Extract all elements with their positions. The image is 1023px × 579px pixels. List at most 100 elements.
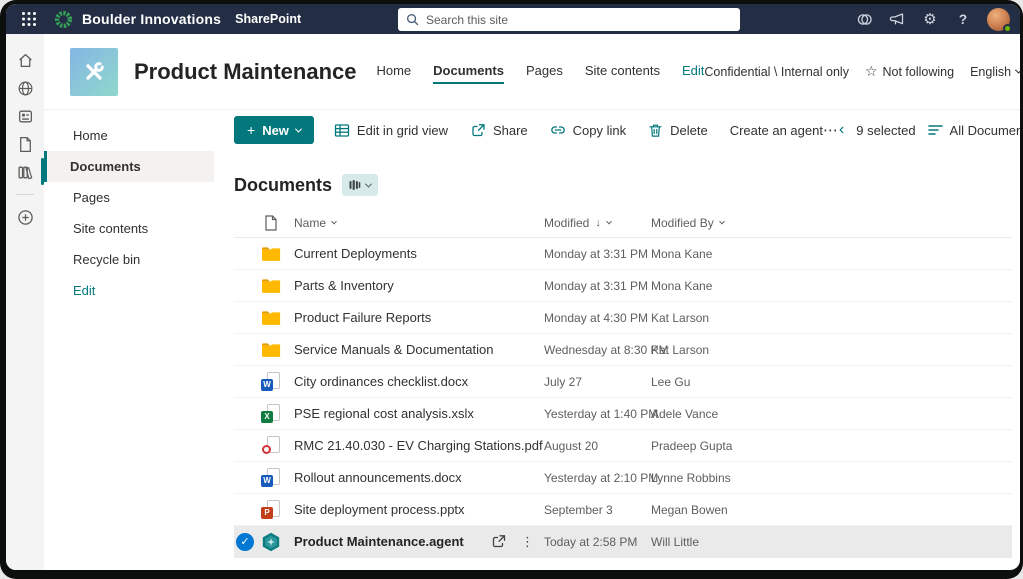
file-name[interactable]: Parts & Inventory bbox=[294, 278, 394, 293]
language-selector[interactable]: English bbox=[970, 65, 1020, 79]
tab-home[interactable]: Home bbox=[376, 63, 411, 84]
table-row-site-deployment-process-pptx[interactable]: PSite deployment process.pptxSeptember 3… bbox=[234, 494, 1012, 526]
sidebar-item-site-contents[interactable]: Site contents bbox=[44, 213, 214, 244]
modified-by: Mona Kane bbox=[651, 279, 1012, 293]
follow-button[interactable]: ☆Not following bbox=[865, 63, 954, 80]
megaphone-icon[interactable] bbox=[884, 6, 910, 32]
modified-date: Today at 2:58 PM bbox=[544, 535, 651, 549]
site-header: Product Maintenance Home Documents Pages Si… bbox=[44, 34, 1020, 110]
file-name[interactable]: City ordinances checklist.docx bbox=[294, 374, 468, 389]
selection-count: 9 selected bbox=[856, 123, 915, 138]
add-icon[interactable] bbox=[11, 203, 39, 231]
company-logo-icon bbox=[54, 10, 73, 29]
delete-button[interactable]: Delete bbox=[648, 123, 708, 138]
tab-edit[interactable]: Edit bbox=[682, 63, 704, 84]
chevron-left-icon[interactable]: ‹ bbox=[839, 122, 844, 138]
collection-bars-icon bbox=[349, 179, 361, 191]
folder-icon bbox=[261, 246, 281, 262]
row-more-icon[interactable]: ⋮ bbox=[521, 534, 534, 550]
file-name[interactable]: RMC 21.40.030 - EV Charging Stations.pdf bbox=[294, 438, 543, 453]
file-name[interactable]: Product Failure Reports bbox=[294, 310, 431, 325]
table-rows: Current DeploymentsMonday at 3:31 PMMona… bbox=[234, 238, 1012, 558]
copilot-icon[interactable] bbox=[851, 6, 877, 32]
table-row-parts-inventory[interactable]: Parts & InventoryMonday at 3:31 PMMona K… bbox=[234, 270, 1012, 302]
chevron-down-icon bbox=[1015, 67, 1020, 74]
copy-link-button[interactable]: Copy link bbox=[550, 123, 626, 138]
tab-documents[interactable]: Documents bbox=[433, 63, 504, 84]
site-logo-tools-icon[interactable] bbox=[70, 48, 118, 96]
file-name[interactable]: Rollout announcements.docx bbox=[294, 470, 462, 485]
tab-pages[interactable]: Pages bbox=[526, 63, 563, 84]
collection-view-pill[interactable] bbox=[342, 174, 378, 196]
powerpoint-file-icon: P bbox=[261, 500, 281, 520]
search-input[interactable] bbox=[426, 13, 732, 27]
selected-check-icon[interactable]: ✓ bbox=[236, 533, 254, 551]
column-header-modified[interactable]: Modified↓ bbox=[544, 216, 651, 230]
table-row-product-failure-reports[interactable]: Product Failure ReportsMonday at 4:30 PM… bbox=[234, 302, 1012, 334]
star-icon: ☆ bbox=[865, 63, 878, 80]
table-row-rollout-announcements-docx[interactable]: WRollout announcements.docxYesterday at … bbox=[234, 462, 1012, 494]
file-name[interactable]: Product Maintenance.agent bbox=[294, 534, 464, 549]
product-name[interactable]: SharePoint bbox=[235, 12, 301, 26]
file-icon[interactable] bbox=[11, 130, 39, 158]
chevron-down-icon bbox=[331, 218, 337, 224]
suite-bar: Boulder Innovations SharePoint ⚙? bbox=[6, 4, 1020, 34]
create-an-agent-button[interactable]: Create an agent bbox=[730, 123, 823, 138]
pdf-file-icon bbox=[261, 436, 281, 456]
table-row-rmc-21-40-030-ev-charging-stations-pdf[interactable]: RMC 21.40.030 - EV Charging Stations.pdf… bbox=[234, 430, 1012, 462]
site-title: Product Maintenance bbox=[134, 59, 356, 85]
file-name[interactable]: Service Manuals & Documentation bbox=[294, 342, 493, 357]
column-header-name[interactable]: Name bbox=[286, 216, 544, 230]
sidebar-nav: HomeDocumentsPagesSite contentsRecycle b… bbox=[44, 110, 214, 570]
document-type-column-icon[interactable] bbox=[264, 215, 278, 231]
table-row-current-deployments[interactable]: Current DeploymentsMonday at 3:31 PMMona… bbox=[234, 238, 1012, 270]
table-row-city-ordinances-checklist-docx[interactable]: WCity ordinances checklist.docxJuly 27Le… bbox=[234, 366, 1012, 398]
row-share-icon[interactable] bbox=[490, 534, 507, 549]
sidebar-item-recycle-bin[interactable]: Recycle bin bbox=[44, 244, 214, 275]
folder-icon bbox=[261, 342, 281, 358]
sidebar-item-home[interactable]: Home bbox=[44, 120, 214, 151]
settings-icon[interactable]: ⚙ bbox=[917, 6, 943, 32]
news-icon[interactable] bbox=[11, 102, 39, 130]
sidebar-item-documents[interactable]: Documents bbox=[44, 151, 214, 182]
app-launcher-waffle-icon[interactable] bbox=[18, 8, 40, 30]
chevron-down-icon bbox=[606, 218, 612, 224]
file-name[interactable]: Current Deployments bbox=[294, 246, 417, 261]
company-name[interactable]: Boulder Innovations bbox=[82, 11, 221, 27]
sidebar-item-pages[interactable]: Pages bbox=[44, 182, 214, 213]
library-title: Documents bbox=[234, 175, 332, 196]
home-icon[interactable] bbox=[11, 46, 39, 74]
tab-site-contents[interactable]: Site contents bbox=[585, 63, 660, 84]
row-checkbox[interactable]: ✓ bbox=[234, 533, 256, 551]
modified-by: Will Little bbox=[651, 535, 1012, 549]
new-button[interactable]: + New bbox=[234, 116, 314, 144]
row-hover-tools: ⋮ bbox=[490, 534, 544, 550]
user-avatar[interactable] bbox=[987, 8, 1010, 31]
excel-file-icon: X bbox=[261, 404, 281, 424]
modified-date: Yesterday at 1:40 PM bbox=[544, 407, 651, 421]
table-row-pse-regional-cost-analysis-xslx[interactable]: X PSE regional cost analysis.xslx Yesterda… bbox=[234, 398, 1012, 430]
agent-icon bbox=[261, 532, 281, 552]
share-button[interactable]: Share bbox=[470, 123, 528, 138]
help-icon[interactable]: ? bbox=[950, 6, 976, 32]
command-bar-right: ‹ 9 selected All Documents bbox=[839, 122, 1020, 138]
globe-icon[interactable] bbox=[11, 74, 39, 102]
column-header-modified-by[interactable]: Modified By bbox=[651, 216, 1012, 230]
sharepoint-app: Boulder Innovations SharePoint ⚙? bbox=[6, 4, 1020, 570]
edit-in-grid-view-button[interactable]: Edit in grid view bbox=[334, 123, 448, 138]
modified-by: Pradeep Gupta bbox=[651, 439, 1012, 453]
library-icon[interactable] bbox=[11, 158, 39, 186]
chevron-down-icon bbox=[295, 125, 302, 132]
site-search[interactable] bbox=[398, 8, 740, 31]
table-row-product-maintenance-agent[interactable]: ✓ Product Maintenance.agent ⋮ Today at 2:58… bbox=[234, 526, 1012, 558]
modified-date: August 20 bbox=[544, 439, 651, 453]
table-row-service-manuals-documentation[interactable]: Service Manuals & DocumentationWednesday… bbox=[234, 334, 1012, 366]
site-nav-tabs: Home Documents Pages Site contents Edit bbox=[376, 63, 704, 84]
window-frame: Boulder Innovations SharePoint ⚙? bbox=[0, 0, 1023, 579]
file-name[interactable]: PSE regional cost analysis.xslx bbox=[294, 406, 474, 421]
view-selector[interactable]: All Documents bbox=[928, 123, 1020, 138]
more-actions-icon[interactable]: ⋯ bbox=[823, 121, 839, 139]
app-rail bbox=[6, 34, 44, 570]
file-name[interactable]: Site deployment process.pptx bbox=[294, 502, 465, 517]
sidebar-item-edit[interactable]: Edit bbox=[44, 275, 214, 306]
